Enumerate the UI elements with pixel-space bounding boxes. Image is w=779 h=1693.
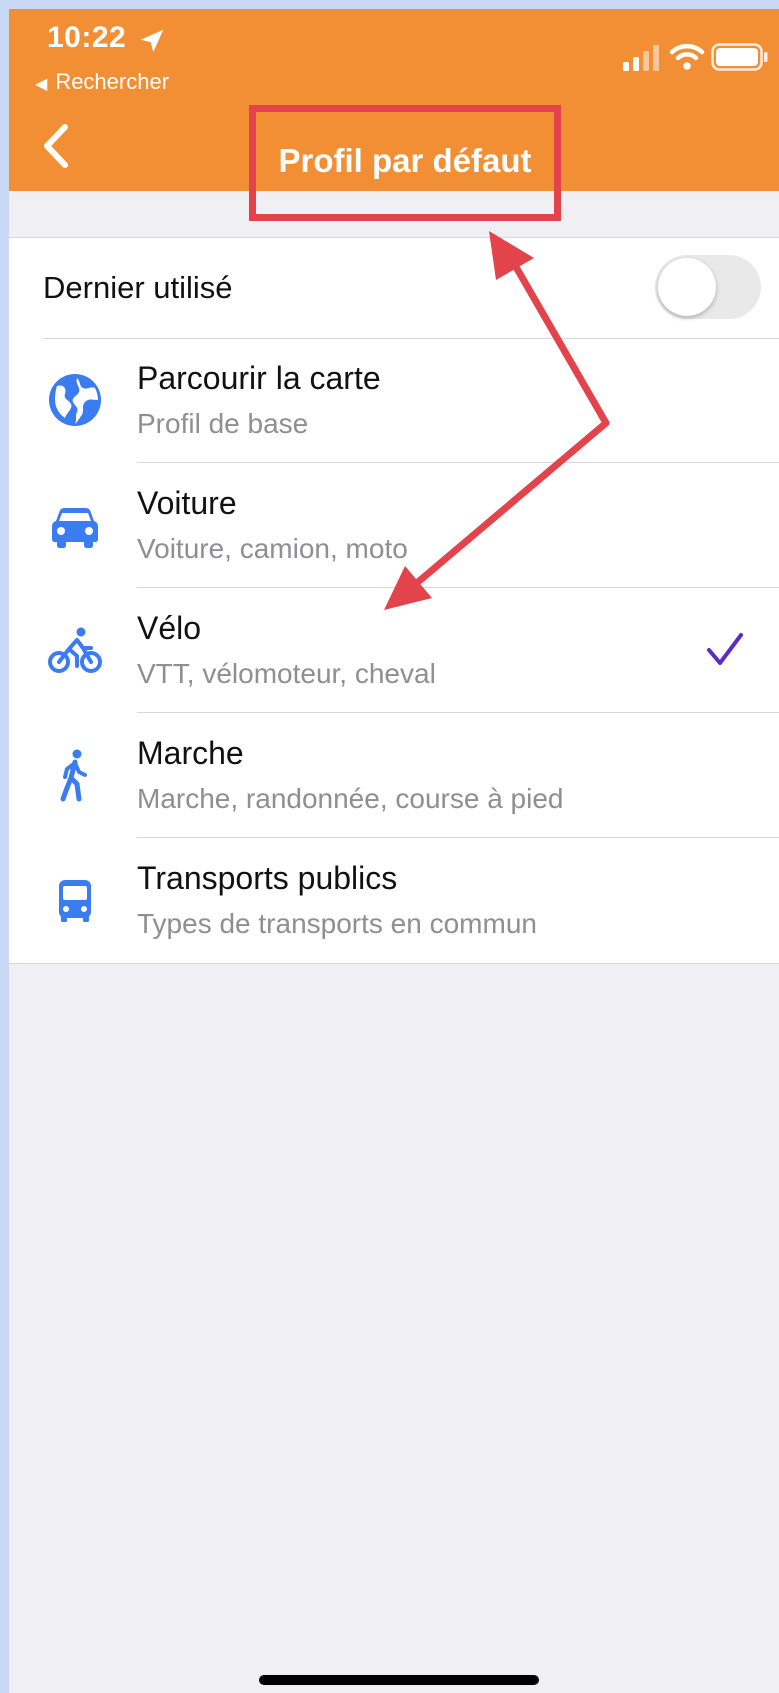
car-icon [52, 508, 98, 548]
title-highlight-box: Profil par défaut [249, 105, 561, 221]
last-used-label: Dernier utilisé [43, 270, 233, 305]
profile-row-walking[interactable]: Marche Marche, randonnée, course à pied [9, 713, 779, 838]
profile-title: Marche [137, 735, 244, 771]
back-chevron-icon[interactable] [37, 119, 77, 173]
back-triangle-icon: ◀ [35, 76, 48, 93]
home-indicator[interactable] [259, 1675, 539, 1685]
app-screen: 10:22 ◀ Rechercher Profil par défaut Der… [9, 9, 779, 1693]
walking-icon [60, 749, 87, 802]
profile-row-browse-map[interactable]: Parcourir la carte Profil de base [9, 338, 779, 463]
profile-title: Voiture [137, 485, 237, 521]
profile-settings-list: Dernier utilisé Parcourir la carte Profi… [9, 237, 779, 964]
last-used-toggle[interactable] [655, 255, 761, 319]
profile-subtitle: Marche, randonnée, course à pied [137, 783, 564, 814]
status-time: 10:22 [47, 21, 127, 54]
page-title: Profil par défaut [278, 142, 532, 179]
wifi-icon [669, 43, 705, 70]
profile-row-car[interactable]: Voiture Voiture, camion, moto [9, 463, 779, 588]
bus-icon [59, 880, 91, 922]
profile-title: Transports publics [137, 860, 398, 896]
bicycle-icon [48, 627, 102, 673]
last-used-row: Dernier utilisé [9, 238, 779, 338]
profile-subtitle: Types de transports en commun [137, 908, 537, 939]
profile-subtitle: Voiture, camion, moto [137, 533, 408, 564]
location-arrow-icon [140, 29, 164, 53]
cellular-signal-icon [623, 45, 659, 71]
profile-row-public-transport[interactable]: Transports publics Types de transports e… [9, 838, 779, 963]
profile-row-bicycle[interactable]: Vélo VTT, vélomoteur, cheval [9, 588, 779, 713]
profile-subtitle: Profil de base [137, 408, 309, 439]
back-to-app-label: Rechercher [55, 69, 170, 94]
globe-icon [49, 374, 101, 426]
profile-title: Parcourir la carte [137, 360, 381, 396]
profile-title: Vélo [137, 610, 202, 646]
toggle-knob [658, 258, 716, 316]
screenshot-frame: 10:22 ◀ Rechercher Profil par défaut Der… [0, 0, 779, 1693]
selected-checkmark-icon [707, 633, 743, 665]
back-to-app-link[interactable]: ◀ Rechercher [35, 69, 169, 95]
battery-icon [711, 43, 768, 71]
profile-subtitle: VTT, vélomoteur, cheval [137, 658, 436, 689]
